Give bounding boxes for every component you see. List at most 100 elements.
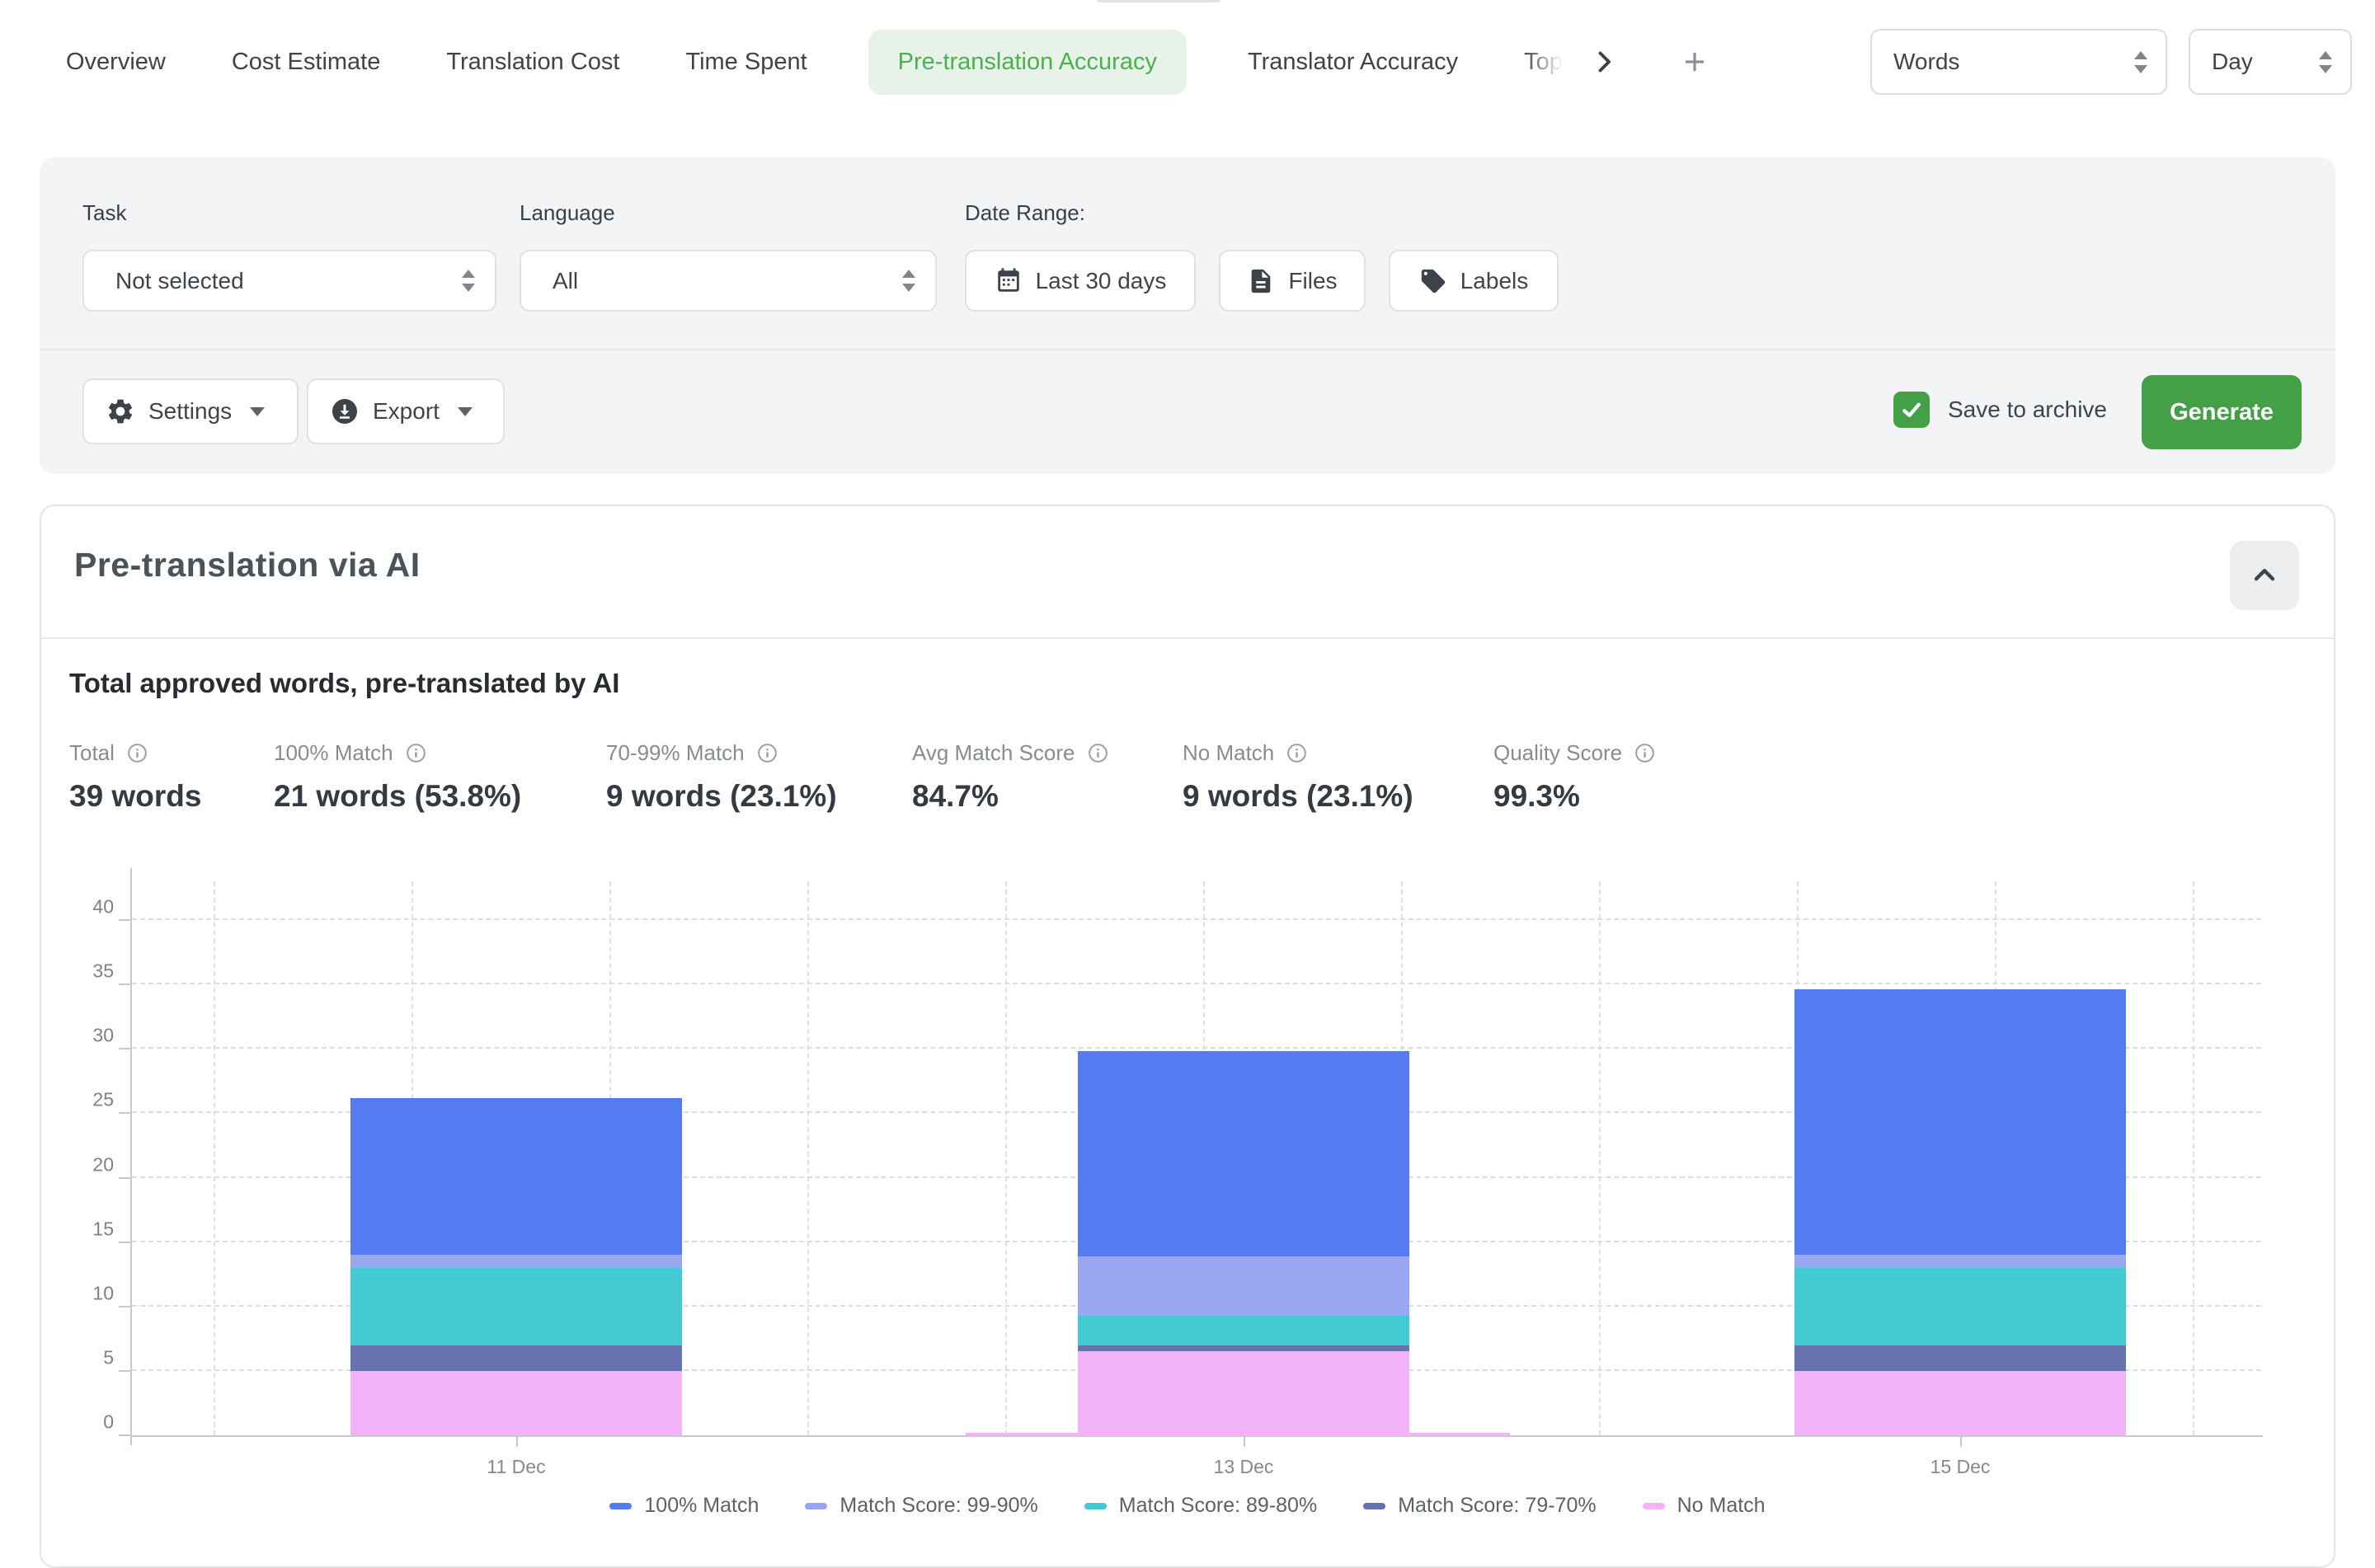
labels-button[interactable]: Labels <box>1389 250 1559 312</box>
check-icon <box>1899 397 1924 422</box>
bar-segment-match-score-89-80[interactable] <box>350 1268 682 1345</box>
tab-translator-accuracy[interactable]: Translator Accuracy <box>1248 30 1458 95</box>
x-axis-label: 13 Dec <box>1161 1456 1326 1478</box>
info-icon[interactable] <box>1634 742 1656 764</box>
bar-segment-100-match[interactable] <box>1794 989 2126 1255</box>
legend-dash-icon <box>609 1503 632 1509</box>
tab-time-spent[interactable]: Time Spent <box>685 30 807 95</box>
y-axis-tick-label: 20 <box>66 1153 114 1176</box>
chart-plot-area: 051015202530354011 Dec13 Dec15 Dec <box>132 881 2261 1435</box>
bar-segment-match-score-79-70[interactable] <box>1794 1345 2126 1371</box>
stat-value: 21 words (53.8%) <box>274 779 606 814</box>
info-icon[interactable] <box>1286 742 1308 764</box>
language-select[interactable]: All <box>520 250 937 312</box>
tabs-overflow-chevron-button[interactable] <box>1586 44 1622 80</box>
info-icon[interactable] <box>1087 742 1109 764</box>
legend-item-100-match[interactable]: 100% Match <box>609 1494 759 1518</box>
x-axis-label: 15 Dec <box>1878 1456 2043 1478</box>
date-range-button-label: Last 30 days <box>1036 268 1167 294</box>
info-icon[interactable] <box>756 742 778 764</box>
legend-item-no-match[interactable]: No Match <box>1643 1494 1766 1518</box>
legend-item-match-score-99-90[interactable]: Match Score: 99-90% <box>805 1494 1037 1518</box>
y-axis-tick-label: 5 <box>66 1346 114 1368</box>
save-to-archive-label: Save to archive <box>1948 397 2107 423</box>
tag-icon <box>1419 267 1447 295</box>
unit-select-value: Words <box>1893 49 1959 75</box>
calendar-icon <box>995 267 1023 295</box>
legend-dash-icon <box>805 1503 827 1509</box>
bar-segment-no-match[interactable] <box>350 1371 682 1435</box>
stats-row: Total 39 words 100% Match 21 words (53.8… <box>69 740 1757 814</box>
grid-vline <box>214 881 215 1435</box>
panel-title: Pre-translation via AI <box>74 546 421 584</box>
tab-overview[interactable]: Overview <box>66 30 166 95</box>
files-button-label: Files <box>1288 268 1337 294</box>
generate-button[interactable]: Generate <box>2142 375 2302 449</box>
stat-label: Total <box>69 740 115 766</box>
y-axis-tick <box>119 1306 130 1307</box>
export-button[interactable]: Export <box>307 378 505 444</box>
date-range-button[interactable]: Last 30 days <box>965 250 1196 312</box>
stat-avg-match-score: Avg Match Score 84.7% <box>912 740 1183 814</box>
stat-quality-score: Quality Score 99.3% <box>1493 740 1757 814</box>
bar-segment-match-score-79-70[interactable] <box>350 1345 682 1371</box>
section-heading: Total approved words, pre-translated by … <box>69 668 619 699</box>
y-axis-tick-label: 25 <box>66 1089 114 1111</box>
x-axis-tick <box>1960 1437 1962 1447</box>
y-axis-tick <box>119 1434 130 1436</box>
plus-icon <box>1679 46 1710 77</box>
select-stepper-icon <box>902 270 915 292</box>
tab-cost-estimate[interactable]: Cost Estimate <box>232 30 381 95</box>
export-button-label: Export <box>373 398 440 425</box>
tab-top[interactable]: Top <box>1524 30 1563 95</box>
tab-translation-cost[interactable]: Translation Cost <box>446 30 619 95</box>
bar-segment-match-score-99-90[interactable] <box>1078 1256 1409 1316</box>
stat-no-match: No Match 9 words (23.1%) <box>1183 740 1493 814</box>
save-to-archive-checkbox-row[interactable]: Save to archive <box>1893 392 2107 428</box>
y-axis-tick-label: 30 <box>66 1025 114 1047</box>
select-stepper-icon <box>462 270 475 292</box>
tab-pre-translation-accuracy[interactable]: Pre-translation Accuracy <box>868 30 1187 95</box>
period-select-value: Day <box>2212 49 2253 75</box>
grid-hline <box>132 983 2261 984</box>
add-tab-button[interactable] <box>1677 44 1713 80</box>
settings-button[interactable]: Settings <box>82 378 299 444</box>
task-select-value: Not selected <box>115 268 244 294</box>
bar-segment-100-match[interactable] <box>1078 1051 1409 1256</box>
legend-dash-icon <box>1643 1503 1665 1509</box>
bar-segment-match-score-89-80[interactable] <box>1794 1268 2126 1345</box>
settings-button-label: Settings <box>148 398 232 425</box>
grid-vline <box>2193 881 2194 1435</box>
collapse-panel-button[interactable] <box>2230 541 2299 610</box>
stat-total: Total 39 words <box>69 740 274 814</box>
legend-item-match-score-79-70[interactable]: Match Score: 79-70% <box>1363 1494 1596 1518</box>
legend-dash-icon <box>1363 1503 1385 1509</box>
select-stepper-icon <box>2134 51 2147 73</box>
bar-segment-match-score-99-90[interactable] <box>350 1255 682 1268</box>
bar-segment-match-score-79-70[interactable] <box>1078 1345 1409 1352</box>
legend-item-match-score-89-80[interactable]: Match Score: 89-80% <box>1084 1494 1317 1518</box>
bar-segment-match-score-89-80[interactable] <box>1078 1316 1409 1345</box>
save-to-archive-checkbox[interactable] <box>1893 392 1930 428</box>
bar-segment-100-match[interactable] <box>350 1098 682 1256</box>
date-range-label: Date Range: <box>965 200 1085 226</box>
stat-value: 9 words (23.1%) <box>606 779 912 814</box>
labels-button-label: Labels <box>1460 268 1529 294</box>
stat-value: 99.3% <box>1493 779 1757 814</box>
info-icon[interactable] <box>126 742 148 764</box>
y-axis-tick <box>119 984 130 985</box>
stat-label: 100% Match <box>274 740 393 766</box>
legend-label: 100% Match <box>644 1494 759 1518</box>
stat-70-99-match: 70-99% Match 9 words (23.1%) <box>606 740 912 814</box>
task-select[interactable]: Not selected <box>82 250 496 312</box>
stacked-bar-15-dec <box>1794 989 2126 1435</box>
bar-segment-no-match[interactable] <box>1794 1371 2126 1435</box>
files-button[interactable]: Files <box>1219 250 1366 312</box>
stat-label: Quality Score <box>1493 740 1622 766</box>
bar-segment-match-score-99-90[interactable] <box>1794 1255 2126 1268</box>
period-select[interactable]: Day <box>2189 29 2352 95</box>
unit-select[interactable]: Words <box>1870 29 2167 95</box>
report-tabs-bar: Overview Cost Estimate Translation Cost Tim… <box>0 0 2375 124</box>
bar-segment-no-match[interactable] <box>1078 1351 1409 1435</box>
info-icon[interactable] <box>405 742 427 764</box>
